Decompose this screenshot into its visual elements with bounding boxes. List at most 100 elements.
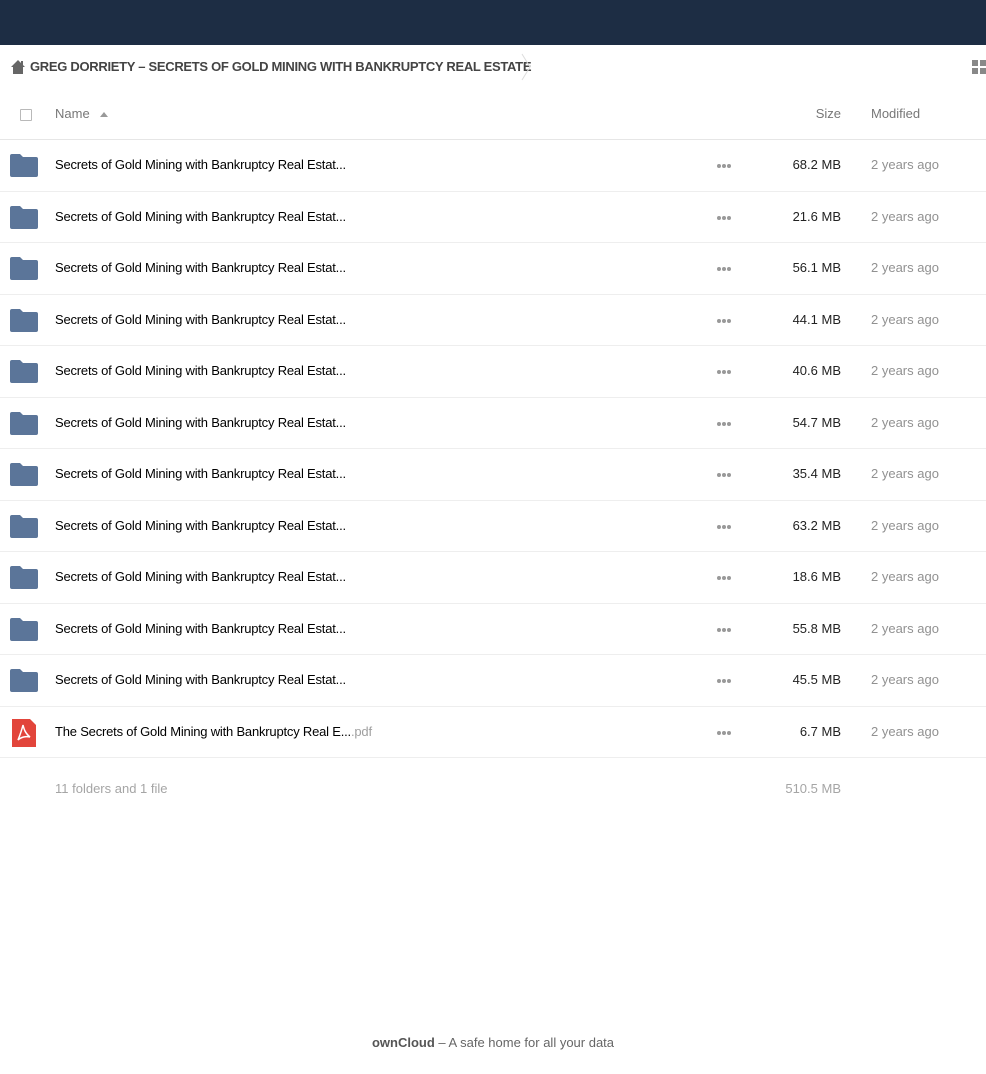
file-list-header: Name Size Modified xyxy=(0,89,986,140)
file-name-text: Secrets of Gold Mining with Bankruptcy R… xyxy=(55,311,346,327)
file-row[interactable]: Secrets of Gold Mining with Bankruptcy R… xyxy=(0,604,986,655)
column-header-name[interactable]: Name xyxy=(55,106,90,121)
breadcrumb: GREG DORRIETY – SECRETS OF GOLD MINING W… xyxy=(0,45,986,89)
file-name[interactable]: Secrets of Gold Mining with Bankruptcy R… xyxy=(55,363,346,378)
file-modified: 2 years ago xyxy=(871,208,939,224)
file-size: 45.5 MB xyxy=(792,672,841,687)
file-size: 56.1 MB xyxy=(792,260,841,275)
pdf-icon[interactable] xyxy=(10,718,38,747)
file-row[interactable]: Secrets of Gold Mining with Bankruptcy R… xyxy=(0,192,986,243)
more-actions-icon[interactable] xyxy=(716,627,732,633)
file-name-text: Secrets of Gold Mining with Bankruptcy R… xyxy=(55,414,346,430)
file-name[interactable]: Secrets of Gold Mining with Bankruptcy R… xyxy=(55,466,346,481)
footer: ownCloud – A safe home for all your data xyxy=(0,1035,986,1050)
file-name-text: Secrets of Gold Mining with Bankruptcy R… xyxy=(55,208,346,224)
file-row[interactable]: Secrets of Gold Mining with Bankruptcy R… xyxy=(0,449,986,501)
folder-icon[interactable] xyxy=(10,256,38,280)
file-name[interactable]: Secrets of Gold Mining with Bankruptcy R… xyxy=(55,157,346,172)
file-row[interactable]: Secrets of Gold Mining with Bankruptcy R… xyxy=(0,243,986,295)
file-modified: 2 years ago xyxy=(871,157,939,172)
footer-tagline: – A safe home for all your data xyxy=(434,1035,615,1050)
file-modified: 2 years ago xyxy=(871,569,939,584)
file-name-text: Secrets of Gold Mining with Bankruptcy R… xyxy=(55,620,346,636)
grid-view-icon[interactable] xyxy=(972,60,986,74)
file-modified: 2 years ago xyxy=(871,723,939,739)
file-size: 18.6 MB xyxy=(792,569,841,584)
sort-ascending-icon[interactable] xyxy=(100,112,108,117)
folder-icon[interactable] xyxy=(10,308,38,332)
home-icon[interactable] xyxy=(10,59,26,75)
file-name[interactable]: Secrets of Gold Mining with Bankruptcy R… xyxy=(55,621,346,636)
file-name[interactable]: The Secrets of Gold Mining with Bankrupt… xyxy=(55,724,372,739)
breadcrumb-current-folder[interactable]: GREG DORRIETY – SECRETS OF GOLD MINING W… xyxy=(30,59,532,75)
file-row[interactable]: Secrets of Gold Mining with Bankruptcy R… xyxy=(0,140,986,192)
file-modified: 2 years ago xyxy=(871,517,939,533)
file-name-text: The Secrets of Gold Mining with Bankrupt… xyxy=(55,723,351,739)
file-modified: 2 years ago xyxy=(871,620,939,636)
more-actions-icon[interactable] xyxy=(716,215,732,221)
more-actions-icon[interactable] xyxy=(716,266,732,272)
file-modified: 2 years ago xyxy=(871,414,939,430)
more-actions-icon[interactable] xyxy=(716,369,732,375)
file-row[interactable]: Secrets of Gold Mining with Bankruptcy R… xyxy=(0,501,986,552)
file-row[interactable]: The Secrets of Gold Mining with Bankrupt… xyxy=(0,707,986,758)
file-name-text: Secrets of Gold Mining with Bankruptcy R… xyxy=(55,260,346,275)
column-header-modified[interactable]: Modified xyxy=(871,106,920,121)
file-modified: 2 years ago xyxy=(871,672,939,687)
folder-icon[interactable] xyxy=(10,617,38,641)
more-actions-icon[interactable] xyxy=(716,730,732,736)
more-actions-icon[interactable] xyxy=(716,421,732,427)
file-size: 68.2 MB xyxy=(792,157,841,172)
file-row[interactable]: Secrets of Gold Mining with Bankruptcy R… xyxy=(0,552,986,604)
file-extension: .pdf xyxy=(350,723,372,739)
column-header-size[interactable]: Size xyxy=(816,106,841,121)
file-name-text: Secrets of Gold Mining with Bankruptcy R… xyxy=(55,672,346,687)
folder-icon[interactable] xyxy=(10,153,38,177)
file-list: Secrets of Gold Mining with Bankruptcy R… xyxy=(0,140,986,758)
folder-icon[interactable] xyxy=(10,411,38,435)
file-name[interactable]: Secrets of Gold Mining with Bankruptcy R… xyxy=(55,518,346,533)
file-modified: 2 years ago xyxy=(871,260,939,275)
more-actions-icon[interactable] xyxy=(716,472,732,478)
folder-icon[interactable] xyxy=(10,462,38,486)
summary-count: 11 folders and 1 file xyxy=(55,781,168,796)
file-name[interactable]: Secrets of Gold Mining with Bankruptcy R… xyxy=(55,209,346,224)
folder-icon[interactable] xyxy=(10,565,38,589)
footer-brand-link[interactable]: ownCloud xyxy=(372,1035,435,1050)
file-name-text: Secrets of Gold Mining with Bankruptcy R… xyxy=(55,517,346,533)
breadcrumb-chevron-icon xyxy=(521,53,531,81)
folder-icon[interactable] xyxy=(10,359,38,383)
more-actions-icon[interactable] xyxy=(716,318,732,324)
file-modified: 2 years ago xyxy=(871,363,939,378)
file-modified: 2 years ago xyxy=(871,311,939,327)
file-size: 21.6 MB xyxy=(792,208,841,224)
file-modified: 2 years ago xyxy=(871,466,939,481)
file-name[interactable]: Secrets of Gold Mining with Bankruptcy R… xyxy=(55,415,346,430)
file-size: 40.6 MB xyxy=(792,363,841,378)
file-row[interactable]: Secrets of Gold Mining with Bankruptcy R… xyxy=(0,398,986,449)
file-name[interactable]: Secrets of Gold Mining with Bankruptcy R… xyxy=(55,312,346,327)
file-name[interactable]: Secrets of Gold Mining with Bankruptcy R… xyxy=(55,672,346,687)
file-row[interactable]: Secrets of Gold Mining with Bankruptcy R… xyxy=(0,295,986,346)
file-name-text: Secrets of Gold Mining with Bankruptcy R… xyxy=(55,569,346,584)
folder-icon[interactable] xyxy=(10,668,38,692)
summary-total-size: 510.5 MB xyxy=(785,781,841,796)
more-actions-icon[interactable] xyxy=(716,163,732,169)
file-size: 54.7 MB xyxy=(792,414,841,430)
file-name-text: Secrets of Gold Mining with Bankruptcy R… xyxy=(55,466,346,481)
file-size: 55.8 MB xyxy=(792,620,841,636)
more-actions-icon[interactable] xyxy=(716,524,732,530)
file-size: 44.1 MB xyxy=(792,311,841,327)
file-row[interactable]: Secrets of Gold Mining with Bankruptcy R… xyxy=(0,655,986,707)
folder-icon[interactable] xyxy=(10,205,38,229)
more-actions-icon[interactable] xyxy=(716,678,732,684)
file-size: 63.2 MB xyxy=(792,517,841,533)
folder-icon[interactable] xyxy=(10,514,38,538)
file-list-summary: 11 folders and 1 file 510.5 MB xyxy=(0,758,986,818)
more-actions-icon[interactable] xyxy=(716,575,732,581)
file-row[interactable]: Secrets of Gold Mining with Bankruptcy R… xyxy=(0,346,986,398)
select-all-checkbox[interactable] xyxy=(20,109,32,121)
file-name[interactable]: Secrets of Gold Mining with Bankruptcy R… xyxy=(55,260,346,275)
file-size: 6.7 MB xyxy=(799,723,841,739)
file-name[interactable]: Secrets of Gold Mining with Bankruptcy R… xyxy=(55,569,346,584)
